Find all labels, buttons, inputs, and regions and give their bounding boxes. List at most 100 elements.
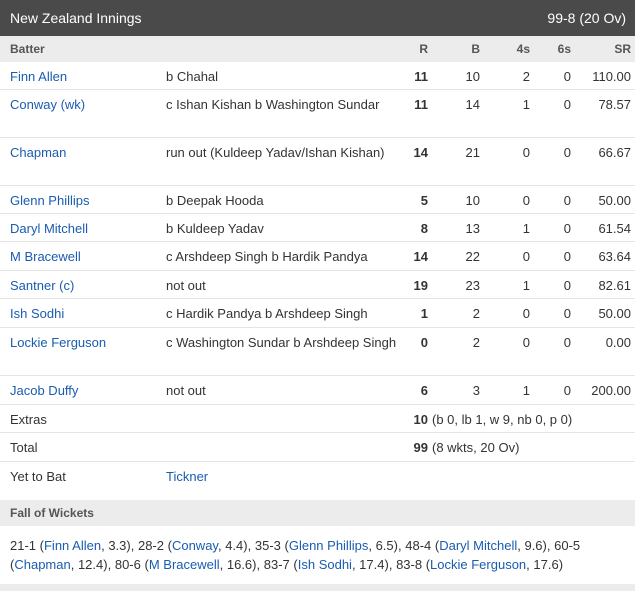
batter-name[interactable]: Santner (c) xyxy=(0,276,166,296)
batter-name[interactable]: Conway (wk) xyxy=(0,95,166,115)
balls: 10 xyxy=(465,193,480,208)
runs: 11 xyxy=(414,69,428,84)
innings-score: 99-8 (20 Ov) xyxy=(547,10,626,26)
batter-name[interactable]: M Bracewell xyxy=(0,247,166,267)
balls: 14 xyxy=(465,97,480,112)
batter-name[interactable]: Chapman xyxy=(0,143,166,163)
bottom-divider xyxy=(0,584,635,591)
strike-rate: 82.61 xyxy=(598,278,631,293)
fours: 0 xyxy=(522,249,530,264)
table-row: Jacob Duffy not out 6 3 1 0 200.00 xyxy=(0,376,635,405)
fow-batter-link[interactable]: Finn Allen xyxy=(44,538,101,553)
fow-over: 17.4 xyxy=(359,557,385,572)
dismissal: c Ishan Kishan b Washington Sundar xyxy=(166,97,380,112)
batter-name[interactable]: Lockie Ferguson xyxy=(0,333,166,353)
fow-over: 9.6 xyxy=(524,538,543,553)
fours: 0 xyxy=(522,306,530,321)
fow-score: 80-6 xyxy=(114,557,141,572)
table-row: Glenn Phillips b Deepak Hooda 5 10 0 0 5… xyxy=(0,186,635,214)
fow-batter-link[interactable]: M Bracewell xyxy=(149,557,220,572)
fow-batter-link[interactable]: Conway xyxy=(172,538,218,553)
fow-batter-link[interactable]: Daryl Mitchell xyxy=(439,538,517,553)
fours: 1 xyxy=(522,221,530,236)
table-row: Santner (c) not out 19 23 1 0 82.61 xyxy=(0,271,635,299)
batter-name[interactable]: Jacob Duffy xyxy=(0,381,166,401)
batter-name[interactable]: Finn Allen xyxy=(0,67,166,87)
col-sixes: 6s xyxy=(557,42,571,56)
sixes: 0 xyxy=(563,306,571,321)
batter-name[interactable]: Daryl Mitchell xyxy=(0,219,166,239)
dismissal: b Chahal xyxy=(166,69,219,84)
strike-rate: 50.00 xyxy=(598,193,631,208)
extras-value: 10 xyxy=(413,412,428,427)
fow-over: 17.6 xyxy=(533,557,559,572)
dismissal: not out xyxy=(166,383,206,398)
innings-header[interactable]: New Zealand Innings 99-8 (20 Ov) xyxy=(0,0,635,36)
balls: 2 xyxy=(472,335,480,350)
fow-item: 21-1 (Finn Allen, 3.3) xyxy=(10,538,131,553)
table-row: Chapman run out (Kuldeep Yadav/Ishan Kis… xyxy=(0,138,635,186)
runs: 14 xyxy=(413,145,428,160)
col-fours: 4s xyxy=(516,42,530,56)
fow-item: 35-3 (Glenn Phillips, 6.5) xyxy=(254,538,398,553)
dismissal: run out (Kuldeep Yadav/Ishan Kishan) xyxy=(166,145,385,160)
sixes: 0 xyxy=(563,145,571,160)
table-row: M Bracewell c Arshdeep Singh b Hardik Pa… xyxy=(0,242,635,271)
strike-rate: 78.57 xyxy=(598,97,631,112)
strike-rate: 61.54 xyxy=(598,221,631,236)
fow-score: 83-8 xyxy=(396,557,423,572)
batter-name[interactable]: Ish Sodhi xyxy=(0,304,166,324)
batting-rows: Finn Allen b Chahal 11 10 2 0 110.00 Con… xyxy=(0,62,635,405)
total-detail: (8 wkts, 20 Ov) xyxy=(432,440,520,455)
fow-score: 21-1 xyxy=(10,538,37,553)
fall-of-wickets-header: Fall of Wickets xyxy=(0,500,635,526)
fall-of-wickets-list: 21-1 (Finn Allen, 3.3), 28-2 (Conway, 4.… xyxy=(10,538,581,572)
sixes: 0 xyxy=(563,69,571,84)
table-row: Ish Sodhi c Hardik Pandya b Arshdeep Sin… xyxy=(0,299,635,328)
fow-over: 12.4 xyxy=(77,557,104,572)
fours: 1 xyxy=(522,278,530,293)
table-row: Conway (wk) c Ishan Kishan b Washington … xyxy=(0,90,635,138)
strike-rate: 110.00 xyxy=(592,69,631,84)
dismissal: b Deepak Hooda xyxy=(166,193,264,208)
col-batter: Batter xyxy=(10,42,45,56)
sixes: 0 xyxy=(563,221,571,236)
fow-batter-link[interactable]: Chapman xyxy=(14,557,70,572)
fow-item: 48-4 (Daryl Mitchell, 9.6) xyxy=(405,538,547,553)
batter-name[interactable]: Glenn Phillips xyxy=(0,191,166,211)
fow-over: 6.5 xyxy=(375,538,394,553)
runs: 6 xyxy=(420,383,428,398)
strike-rate: 63.64 xyxy=(598,249,631,264)
runs: 8 xyxy=(420,221,428,236)
yet-to-bat-player[interactable]: Tickner xyxy=(166,467,402,487)
fow-score: 60-5 xyxy=(554,538,581,553)
fow-over: 4.4 xyxy=(225,538,244,553)
dismissal: b Kuldeep Yadav xyxy=(166,221,264,236)
sixes: 0 xyxy=(563,249,571,264)
balls: 21 xyxy=(465,145,480,160)
fow-score: 83-7 xyxy=(263,557,290,572)
sixes: 0 xyxy=(563,278,571,293)
fow-batter-link[interactable]: Lockie Ferguson xyxy=(430,557,526,572)
table-row: Finn Allen b Chahal 11 10 2 0 110.00 xyxy=(0,62,635,90)
balls: 23 xyxy=(465,278,480,293)
fours: 0 xyxy=(522,145,530,160)
fours: 0 xyxy=(522,193,530,208)
fow-batter-link[interactable]: Ish Sodhi xyxy=(298,557,352,572)
balls: 2 xyxy=(472,306,480,321)
yet-to-bat-row: Yet to Bat Tickner xyxy=(0,462,635,490)
fours: 2 xyxy=(522,69,530,84)
col-runs: R xyxy=(419,42,428,56)
table-row: Daryl Mitchell b Kuldeep Yadav 8 13 1 0 … xyxy=(0,214,635,242)
extras-label: Extras xyxy=(10,412,47,427)
sixes: 0 xyxy=(563,193,571,208)
batting-column-headers: Batter R B 4s 6s SR xyxy=(0,36,635,62)
fow-batter-link[interactable]: Glenn Phillips xyxy=(289,538,369,553)
sixes: 0 xyxy=(563,97,571,112)
fow-score: 35-3 xyxy=(254,538,281,553)
fow-item: 28-2 (Conway, 4.4) xyxy=(137,538,248,553)
dismissal: c Hardik Pandya b Arshdeep Singh xyxy=(166,306,368,321)
balls: 3 xyxy=(472,383,480,398)
strike-rate: 0.00 xyxy=(605,335,631,350)
yet-to-bat-label: Yet to Bat xyxy=(10,469,66,484)
